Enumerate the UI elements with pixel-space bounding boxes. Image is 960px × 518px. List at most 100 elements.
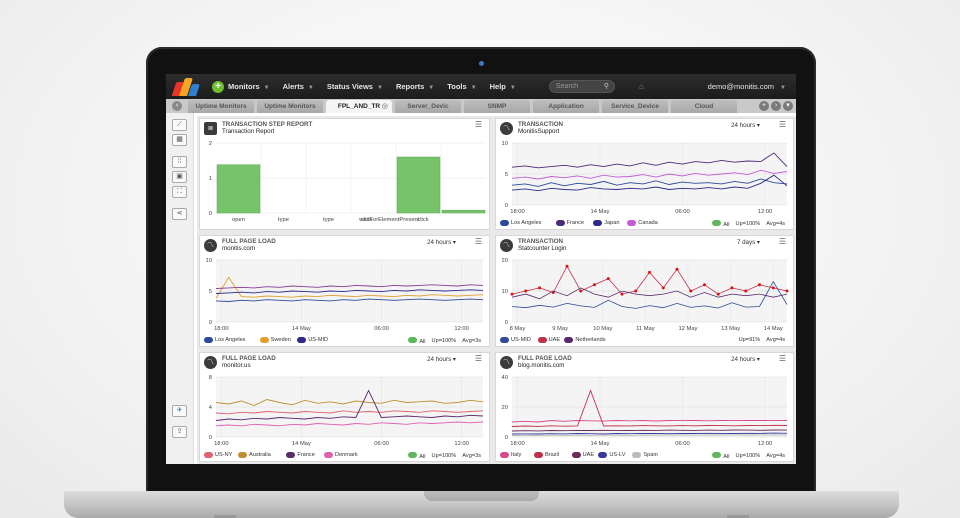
- toggle-icon[interactable]: [408, 337, 418, 343]
- legend-item[interactable]: UAE: [537, 337, 560, 343]
- legend-item[interactable]: Japan: [593, 220, 619, 226]
- toggle-icon[interactable]: [712, 452, 722, 458]
- tabs-scroll-right-icon[interactable]: ›: [771, 101, 781, 111]
- legend-toggle-icon[interactable]: [500, 337, 509, 343]
- panel-menu-icon[interactable]: ☰: [475, 120, 482, 129]
- menu-help[interactable]: Help ▼: [490, 82, 516, 91]
- series-line: [511, 434, 788, 436]
- tabs-scroll-left-icon[interactable]: ‹: [172, 101, 182, 111]
- notification-icon[interactable]: ⌂: [639, 82, 644, 91]
- legend-toggle-icon[interactable]: [632, 452, 642, 458]
- legend-toggle-icon[interactable]: [286, 452, 296, 458]
- legend-toggle-icon[interactable]: [204, 452, 213, 458]
- legend-item[interactable]: US-MID: [500, 337, 531, 343]
- tab-cloud[interactable]: Cloud: [671, 100, 737, 113]
- legend-toggle-icon[interactable]: [571, 452, 581, 458]
- legend-item[interactable]: US-MID: [297, 337, 328, 343]
- panel-full-page-load-blog: 〽 FULL PAGE LOAD blog.monitis.com 24 hou…: [495, 352, 794, 462]
- legend-item[interactable]: Italy: [500, 452, 521, 458]
- data-point: [593, 283, 596, 287]
- chart-transaction-step-report: 0 1 2 open type type clickwaitForElementPresen…: [209, 141, 486, 223]
- tab-application[interactable]: Application: [533, 100, 599, 113]
- window-icon[interactable]: ▣: [172, 171, 187, 183]
- legend-label: Los Angeles: [511, 220, 542, 226]
- legend-item[interactable]: Los Angeles: [500, 220, 541, 226]
- search-placeholder: Search: [555, 83, 579, 90]
- legend-toggle-icon[interactable]: [500, 220, 509, 226]
- add-tab-icon[interactable]: +: [759, 101, 769, 111]
- panel-stats: Up=91% Avg=4s: [739, 337, 785, 343]
- legend-item[interactable]: Netherlands: [564, 337, 606, 343]
- legend-item[interactable]: Los Angeles: [204, 337, 245, 343]
- legend-toggle-icon[interactable]: [500, 452, 509, 458]
- legend-item[interactable]: France: [555, 220, 584, 226]
- fullscreen-icon[interactable]: ⛶: [172, 186, 187, 198]
- tab-snmp[interactable]: SNMP: [464, 100, 530, 113]
- chevron-down-icon: ▼: [376, 85, 383, 91]
- rocket-icon[interactable]: ✈: [172, 405, 187, 417]
- legend-toggle-icon[interactable]: [537, 337, 547, 343]
- menu-tools[interactable]: Tools ▼: [447, 82, 476, 91]
- legend-toggle-icon[interactable]: [555, 220, 565, 226]
- legend-toggle-icon[interactable]: [204, 337, 213, 343]
- laptop-lid: + Monitors ▼ Alerts ▼ Status Views ▼ Report…: [146, 47, 816, 494]
- upload-icon[interactable]: ⇪: [172, 426, 187, 438]
- calendar-icon[interactable]: ▦: [172, 134, 187, 146]
- legend-toggle-icon[interactable]: [627, 220, 637, 226]
- panel-menu-icon[interactable]: ☰: [779, 120, 786, 129]
- data-point: [538, 286, 541, 290]
- search-input[interactable]: Search ⚲: [548, 80, 615, 93]
- legend-toggle-icon[interactable]: [297, 337, 307, 343]
- tabs-menu-icon[interactable]: ▾: [783, 101, 793, 111]
- menu-alerts[interactable]: Alerts ▼: [283, 82, 314, 91]
- legend-item[interactable]: Brazil: [534, 452, 559, 458]
- legend-toggle-icon[interactable]: [564, 337, 574, 343]
- menu-status-views[interactable]: Status Views ▼: [327, 82, 383, 91]
- line-chart-icon[interactable]: ⟋: [172, 119, 187, 131]
- all-toggle[interactable]: All: [408, 452, 426, 460]
- tab-uptime-monitors[interactable]: Uptime Monitors: [188, 100, 254, 113]
- all-toggle[interactable]: All: [408, 337, 426, 345]
- tab-uptime-monitors-2[interactable]: Uptime Monitors: [257, 100, 323, 113]
- time-range-dropdown[interactable]: 7 days ▾: [737, 239, 760, 246]
- menu-monitors[interactable]: Monitors ▼: [228, 82, 270, 91]
- legend-item[interactable]: UAE: [571, 452, 594, 458]
- toggle-icon[interactable]: [408, 452, 418, 458]
- legend-toggle-icon[interactable]: [259, 337, 269, 343]
- time-range-dropdown[interactable]: 24 hours ▾: [427, 356, 456, 363]
- legend-toggle-icon[interactable]: [238, 452, 247, 458]
- legend-item[interactable]: Australia: [238, 452, 271, 458]
- legend-item[interactable]: Sweden: [259, 337, 291, 343]
- time-range-dropdown[interactable]: 24 hours ▾: [731, 356, 760, 363]
- share-icon[interactable]: ⋖: [172, 208, 187, 220]
- legend-toggle-icon[interactable]: [534, 452, 543, 458]
- all-toggle[interactable]: All: [712, 452, 730, 460]
- tab-server-device[interactable]: Server_Devic: [395, 100, 461, 113]
- user-menu[interactable]: demo@monitis.com ▼: [708, 82, 786, 91]
- panel-menu-icon[interactable]: ☰: [779, 237, 786, 246]
- toggle-icon[interactable]: [712, 220, 722, 226]
- tab-fpl-and-tr[interactable]: FPL_AND_TR ◎: [326, 100, 392, 113]
- legend-item[interactable]: Canada: [627, 220, 658, 226]
- time-range-dropdown[interactable]: 24 hours ▾: [427, 239, 456, 246]
- legend-toggle-icon[interactable]: [598, 452, 608, 458]
- panel-menu-icon[interactable]: ☰: [475, 237, 482, 246]
- tab-service-device[interactable]: Service_Device: [602, 100, 668, 113]
- legend-item[interactable]: France: [286, 452, 315, 458]
- add-monitor-icon[interactable]: +: [212, 80, 224, 93]
- time-range-dropdown[interactable]: 24 hours ▾: [731, 122, 760, 129]
- close-tab-icon[interactable]: ◎: [382, 100, 388, 113]
- all-toggle[interactable]: All: [712, 220, 730, 228]
- legend-item[interactable]: US-LV: [598, 452, 625, 458]
- legend-item[interactable]: Denmark: [324, 452, 358, 458]
- data-point: [510, 292, 514, 296]
- legend-toggle-icon[interactable]: [324, 452, 333, 458]
- panel-menu-icon[interactable]: ☰: [475, 354, 482, 363]
- legend-item[interactable]: Spain: [632, 452, 658, 458]
- panel-menu-icon[interactable]: ☰: [779, 354, 786, 363]
- search-icon[interactable]: ⚲: [604, 81, 609, 92]
- legend-toggle-icon[interactable]: [593, 220, 603, 226]
- menu-reports[interactable]: Reports ▼: [396, 82, 434, 91]
- legend-item[interactable]: US-NY: [204, 452, 232, 458]
- layout-columns-icon[interactable]: ⁞⁞: [172, 156, 187, 168]
